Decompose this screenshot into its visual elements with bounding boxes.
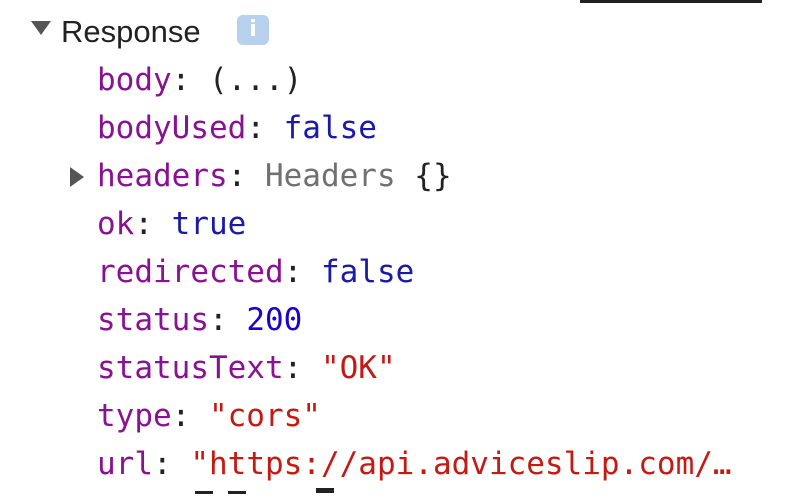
property-key: headers	[97, 158, 228, 194]
triangle-right-icon[interactable]	[70, 167, 84, 187]
property-row-body: body: (...)	[0, 56, 810, 104]
lazy-getter-value[interactable]: (...)	[209, 62, 302, 98]
property-row-type: type: "cors"	[0, 392, 810, 440]
property-row-ok: ok: true	[0, 200, 810, 248]
property-row-redirected: redirected: false	[0, 248, 810, 296]
response-object-header[interactable]: Response i	[0, 8, 300, 56]
property-row-status: status: 200	[0, 296, 810, 344]
clipped-top-underline	[580, 0, 762, 3]
property-row-headers[interactable]: headers: Headers {}	[0, 152, 810, 200]
property-colon: :	[171, 62, 209, 98]
property-key: url	[97, 446, 153, 482]
property-colon: :	[246, 110, 284, 146]
console-object-tree: Response i body: (...) bodyUsed: false h…	[0, 8, 810, 498]
property-colon: :	[153, 446, 191, 482]
property-value: 200	[246, 302, 303, 338]
clipped-row-glyph-tops	[195, 488, 334, 494]
property-row-bodyused: bodyUsed: false	[0, 104, 810, 152]
property-value: false	[283, 110, 377, 146]
property-colon: :	[208, 302, 247, 338]
property-value: false	[320, 254, 415, 290]
info-icon[interactable]: i	[237, 15, 269, 45]
property-key: statusText	[97, 350, 284, 386]
property-colon: :	[227, 158, 265, 194]
property-colon: :	[283, 350, 321, 386]
property-key: status	[97, 302, 209, 338]
property-key: ok	[97, 206, 135, 242]
property-key: type	[97, 398, 172, 434]
property-key: body	[97, 62, 172, 98]
property-value: Headers	[264, 158, 396, 194]
property-colon: :	[134, 206, 172, 242]
property-colon: :	[283, 254, 321, 290]
triangle-down-icon[interactable]	[31, 21, 51, 35]
property-colon: :	[171, 398, 209, 434]
clipped-next-row	[0, 488, 810, 498]
property-key: redirected	[97, 254, 284, 290]
property-key: bodyUsed	[97, 110, 247, 146]
property-row-url: url: "https://api.adviceslip.com/…	[0, 440, 810, 488]
property-value: "OK"	[320, 350, 396, 386]
property-row-statustext: statusText: "OK"	[0, 344, 810, 392]
property-value: "cors"	[208, 398, 321, 434]
object-preview-braces: {}	[395, 158, 452, 194]
object-class-name: Response	[61, 14, 201, 49]
property-value: true	[171, 206, 247, 242]
property-value[interactable]: "https://api.adviceslip.com/…	[190, 446, 731, 482]
